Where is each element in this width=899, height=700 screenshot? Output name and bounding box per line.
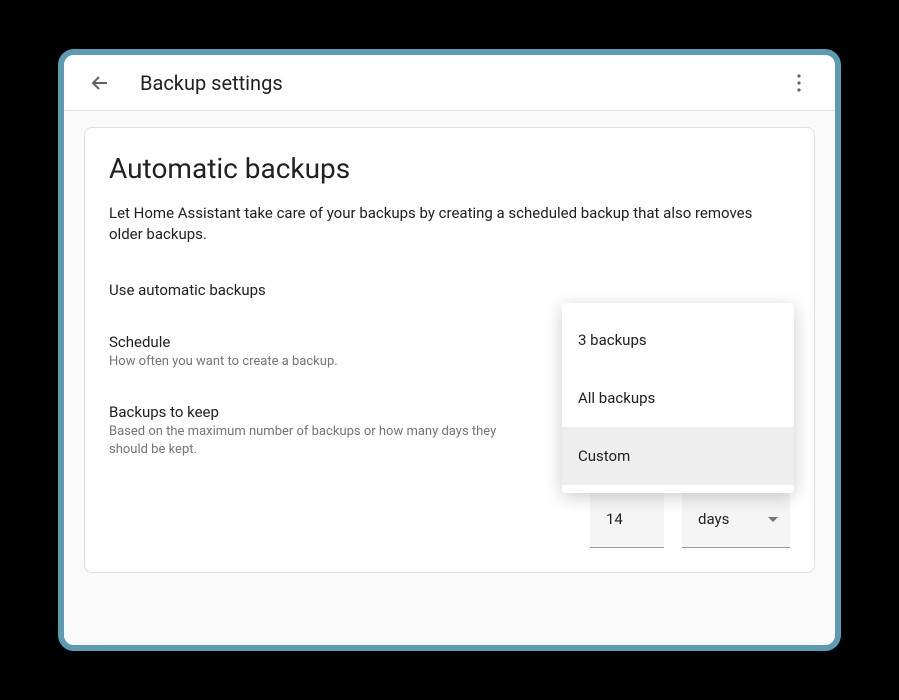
- backups-to-keep-dropdown: 3 backups All backups Custom: [562, 303, 794, 493]
- app-window: Backup settings Automatic backups Let Ho…: [58, 49, 841, 651]
- retention-count-value: 14: [606, 510, 623, 528]
- backups-to-keep-label: Backups to keep: [109, 403, 538, 421]
- chevron-down-icon: [768, 517, 778, 522]
- automatic-backups-card: Automatic backups Let Home Assistant tak…: [84, 127, 815, 573]
- retention-unit-value: days: [698, 510, 729, 528]
- card-title: Automatic backups: [109, 152, 790, 185]
- app-header: Backup settings: [64, 55, 835, 111]
- retention-unit-select[interactable]: days: [682, 492, 790, 548]
- backups-to-keep-sublabel: Based on the maximum number of backups o…: [109, 423, 538, 459]
- use-automatic-label: Use automatic backups: [109, 281, 766, 299]
- content-area: Automatic backups Let Home Assistant tak…: [64, 111, 835, 645]
- dropdown-option-all-backups[interactable]: All backups: [562, 369, 794, 427]
- dots-vertical-icon: [787, 71, 811, 95]
- dropdown-option-3-backups[interactable]: 3 backups: [562, 311, 794, 369]
- custom-retention-inputs: 14 days: [109, 492, 790, 548]
- more-menu-button[interactable]: [779, 63, 819, 103]
- page-title: Backup settings: [140, 71, 779, 95]
- back-button[interactable]: [80, 63, 120, 103]
- row-use-automatic: Use automatic backups: [109, 281, 790, 301]
- card-description: Let Home Assistant take care of your bac…: [109, 203, 769, 245]
- arrow-left-icon: [88, 71, 112, 95]
- retention-count-input[interactable]: 14: [590, 492, 664, 548]
- dropdown-option-custom[interactable]: Custom: [562, 427, 794, 485]
